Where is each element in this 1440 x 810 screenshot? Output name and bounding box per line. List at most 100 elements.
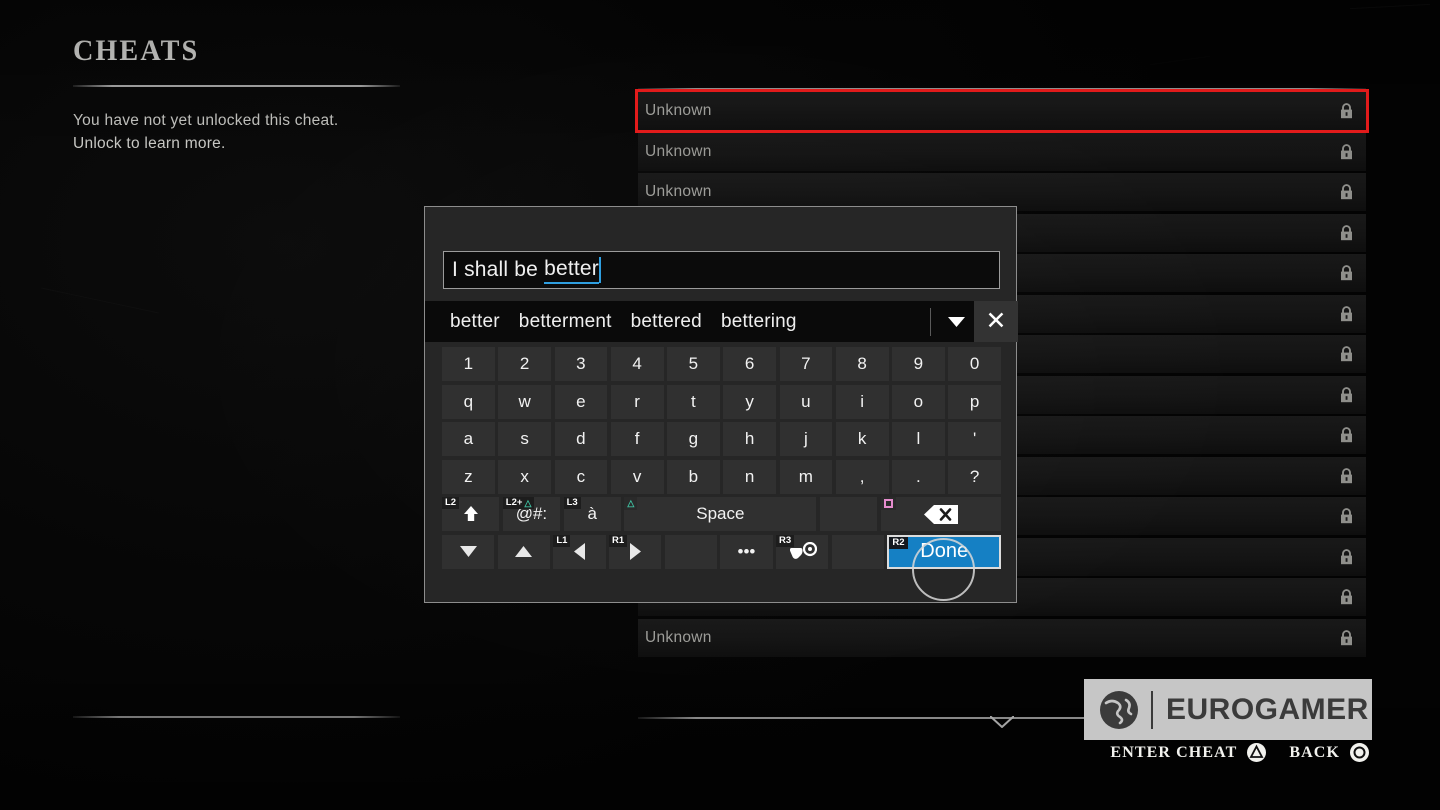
cursor-down-key[interactable]	[442, 534, 495, 569]
accent-key[interactable]: L3 à	[563, 497, 621, 531]
key-a[interactable]: a	[442, 422, 495, 456]
key-n[interactable]: n	[723, 459, 776, 494]
cheat-row[interactable]: Unknown	[638, 132, 1366, 171]
keyboard-keys[interactable]: 1234567890 qwertyuiop a s d f g h j k l ' zxcvbnm…	[442, 347, 1001, 572]
key-f[interactable]: f	[610, 422, 664, 456]
eurogamer-watermark: EUROGAMER	[1084, 679, 1372, 740]
triangle-left-icon	[573, 543, 585, 560]
key-v[interactable]: v	[610, 459, 664, 494]
key-.[interactable]: .	[892, 459, 945, 494]
badge-label: L1	[556, 534, 568, 546]
space-key[interactable]: △ Space	[624, 497, 817, 531]
key-j[interactable]: j	[779, 422, 833, 456]
key-i[interactable]: i	[835, 384, 889, 419]
key-x[interactable]: x	[498, 459, 551, 494]
suggestion-word[interactable]: betterment	[519, 311, 612, 333]
suggestion-word[interactable]: bettering	[721, 311, 797, 333]
key-t[interactable]: t	[667, 384, 720, 419]
symbols-key[interactable]: L2+ △ @#:	[502, 497, 561, 531]
key-u[interactable]: u	[779, 384, 833, 419]
cursor-right-key[interactable]: R1	[609, 534, 662, 569]
decor-scratch	[1150, 56, 1210, 65]
badge-label: R2	[892, 536, 905, 548]
key-w[interactable]: w	[498, 384, 551, 419]
key-5[interactable]: 5	[667, 347, 720, 381]
key-h[interactable]: h	[723, 422, 776, 456]
key-y[interactable]: y	[723, 384, 776, 419]
key-label: à	[587, 504, 597, 523]
keyboard-row-bottom[interactable]: z x c v b n m,.?	[442, 459, 1001, 494]
scroll-down-chevron-icon[interactable]	[990, 716, 1014, 728]
lock-icon	[1341, 265, 1352, 281]
key-4[interactable]: 4	[610, 347, 664, 381]
key-6[interactable]: 6	[723, 347, 776, 381]
badge-label: R1	[612, 534, 625, 546]
pointer-cursor	[912, 538, 975, 601]
key-s[interactable]: s	[498, 422, 551, 456]
key-,[interactable]: ,	[835, 459, 889, 494]
key-k[interactable]: k	[835, 422, 889, 456]
key-?[interactable]: ?	[948, 459, 1001, 494]
key-badge: L3	[563, 497, 581, 509]
cursor-up-key[interactable]	[497, 534, 550, 569]
cheat-row[interactable]: Unknown	[635, 89, 1369, 133]
suggestion-word[interactable]: better	[450, 311, 500, 333]
key-g[interactable]: g	[667, 422, 720, 456]
decor-scratch	[1350, 3, 1430, 10]
key-'[interactable]: '	[948, 422, 1001, 456]
key-3[interactable]: 3	[554, 347, 608, 381]
suggestion-bar[interactable]: better betterment bettered bettering ✕	[425, 301, 1018, 342]
backspace-key[interactable]	[880, 497, 1001, 531]
cursor-left-key[interactable]: L1	[553, 534, 606, 569]
shift-arrow-icon	[463, 506, 478, 521]
prompt-enter-cheat[interactable]: Enter Cheat	[1110, 742, 1267, 763]
key-2[interactable]: 2	[498, 347, 551, 381]
badge-label: L3	[566, 497, 578, 508]
prompt-back[interactable]: Back	[1289, 742, 1370, 763]
keyboard-row-home[interactable]: a s d f g h j k l '	[442, 422, 1001, 456]
key-b[interactable]: b	[667, 459, 720, 494]
key-q[interactable]: q	[442, 384, 495, 419]
lock-icon	[1341, 143, 1352, 159]
blank-key	[664, 534, 717, 569]
suggestion-words[interactable]: better betterment bettered bettering	[425, 311, 930, 333]
key-r[interactable]: r	[610, 384, 664, 419]
text-input-field[interactable]: I shall be better	[443, 251, 1000, 289]
button-prompts: Enter Cheat Back	[1110, 742, 1370, 763]
page-title: Cheats	[73, 34, 200, 67]
lock-icon	[1341, 305, 1352, 321]
key-badge: R1	[609, 534, 628, 547]
key-l[interactable]: l	[892, 422, 945, 456]
shift-key[interactable]: L2	[442, 497, 500, 531]
watermark-separator	[1151, 690, 1153, 729]
keyboard-row-top[interactable]: qwertyuiop	[442, 384, 1001, 419]
triangle-up-icon	[515, 546, 533, 557]
lock-icon	[1341, 508, 1352, 524]
cheat-row-label: Unknown	[645, 102, 712, 119]
key-c[interactable]: c	[554, 459, 608, 494]
key-7[interactable]: 7	[779, 347, 833, 381]
prompt-label: Enter Cheat	[1110, 743, 1238, 761]
key-8[interactable]: 8	[835, 347, 889, 381]
key-d[interactable]: d	[554, 422, 608, 456]
cheat-row[interactable]: Unknown	[638, 618, 1366, 657]
key-1[interactable]: 1	[442, 347, 495, 381]
suggestion-word[interactable]: bettered	[631, 311, 702, 333]
blank-key	[819, 497, 878, 531]
key-p[interactable]: p	[948, 384, 1001, 419]
input-composing-text: better	[544, 257, 599, 284]
gamepad-key[interactable]: R3	[776, 534, 829, 569]
key-9[interactable]: 9	[892, 347, 945, 381]
chevron-down-icon[interactable]	[938, 301, 974, 342]
keyboard-row-space[interactable]: L2 L2+ △ @#: L3 à △ Space	[442, 497, 1001, 531]
key-z[interactable]: z	[442, 459, 495, 494]
close-icon[interactable]: ✕	[974, 301, 1018, 342]
key-m[interactable]: m	[779, 459, 833, 494]
key-badge: R3	[776, 534, 795, 547]
keyboard-row-digits[interactable]: 1234567890	[442, 347, 1001, 381]
more-options-key[interactable]: •••	[720, 534, 773, 569]
backspace-icon	[923, 504, 958, 524]
key-0[interactable]: 0	[948, 347, 1001, 381]
key-o[interactable]: o	[892, 384, 945, 419]
key-e[interactable]: e	[554, 384, 608, 419]
